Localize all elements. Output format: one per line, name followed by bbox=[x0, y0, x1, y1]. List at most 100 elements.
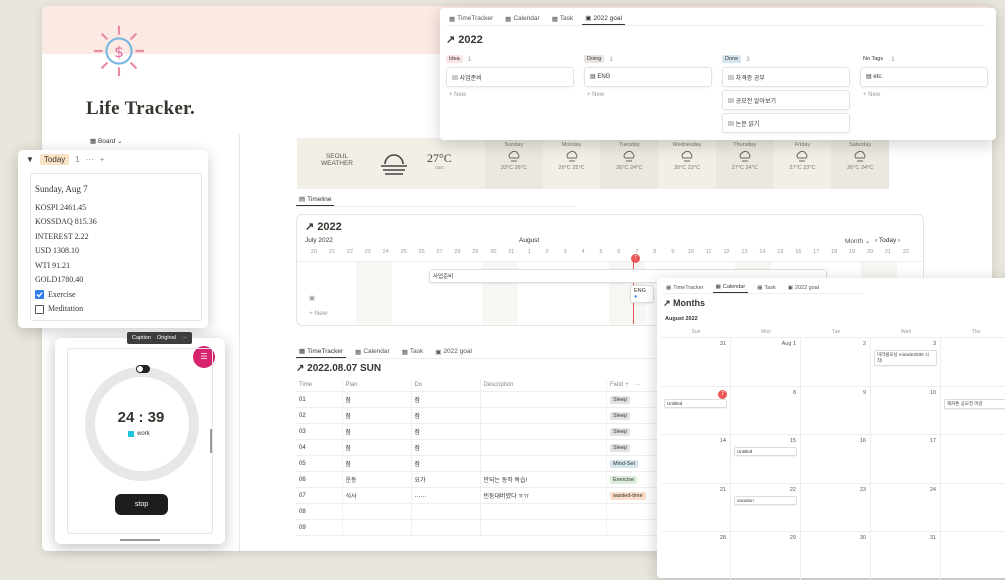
calendar-day[interactable] bbox=[941, 484, 1005, 532]
board-card[interactable]: ▤ 논문 읽기 bbox=[722, 113, 850, 133]
column-header[interactable]: Do bbox=[411, 379, 481, 392]
table-row[interactable]: 07 식사 …… 빈둥대버렸다 ㅠㅠ wasted-time bbox=[296, 487, 676, 504]
tab-timetracker[interactable]: ▦ TimeTracker bbox=[296, 345, 347, 358]
calendar-day[interactable]: 23 bbox=[801, 483, 871, 531]
original-button[interactable]: Original bbox=[157, 335, 176, 341]
cell-plan[interactable] bbox=[342, 519, 412, 536]
calendar-day[interactable]: 15 Untitled bbox=[731, 435, 801, 483]
add-icon[interactable]: + bbox=[100, 155, 105, 164]
calendar-day[interactable]: 28 bbox=[661, 532, 731, 580]
table-row[interactable]: 01 잠 잠 Sleep bbox=[296, 391, 676, 408]
table-row[interactable]: 08 bbox=[296, 503, 676, 520]
tab-2022-goal[interactable]: ▣ 2022 goal bbox=[785, 282, 822, 293]
board-column-header[interactable]: Done 3 bbox=[722, 55, 850, 63]
board-column-header[interactable]: Doing 1 bbox=[584, 55, 712, 63]
cell-do[interactable]: 잠 bbox=[411, 407, 481, 424]
board-card[interactable]: ▤ 자격증 공부 bbox=[722, 67, 850, 87]
cell-time[interactable]: 04 bbox=[296, 439, 343, 456]
timeline-bar-eng[interactable]: ENG ● bbox=[630, 285, 654, 303]
cell-do[interactable]: 잠 bbox=[411, 391, 481, 408]
cell-time[interactable]: 05 bbox=[296, 455, 343, 472]
calendar-day[interactable]: Aug 1 bbox=[731, 338, 801, 386]
board-new-button[interactable]: + New bbox=[860, 90, 988, 100]
tab-calendar[interactable]: ▦ Calendar bbox=[712, 282, 749, 293]
cell-do[interactable] bbox=[411, 519, 481, 536]
calendar-event[interactable]: Untitled bbox=[734, 447, 797, 456]
timer-toggle[interactable] bbox=[136, 365, 150, 373]
tab-timeline[interactable]: ▤ Timeline bbox=[296, 193, 335, 206]
column-header[interactable]: Description bbox=[480, 379, 607, 392]
cell-time[interactable]: 01 bbox=[296, 391, 343, 408]
cell-desc[interactable] bbox=[480, 407, 607, 424]
board-card[interactable]: ▤ etc. bbox=[860, 67, 988, 87]
stop-button[interactable]: stop bbox=[115, 494, 168, 515]
tab-2022-goal[interactable]: ▣ 2022 goal bbox=[432, 345, 475, 358]
cell-time[interactable]: 02 bbox=[296, 407, 343, 424]
calendar-day[interactable]: 29 bbox=[731, 532, 801, 580]
calendar-day[interactable] bbox=[941, 435, 1005, 483]
checkbox-row[interactable]: Exercise bbox=[35, 288, 197, 303]
cell-time[interactable]: 06 bbox=[296, 471, 343, 488]
column-header[interactable]: Plan bbox=[342, 379, 412, 392]
board-card[interactable]: ▤ 공모전 알아보기 bbox=[722, 90, 850, 110]
cell-time[interactable]: 09 bbox=[296, 519, 343, 536]
tab-calendar[interactable]: ▦ Calendar bbox=[352, 345, 393, 358]
cell-desc[interactable]: 안되는 동작 복습! bbox=[480, 471, 607, 488]
tab-task[interactable]: ▦ Task bbox=[549, 12, 577, 25]
cell-desc[interactable]: 빈둥대버렸다 ㅠㅠ bbox=[480, 487, 607, 504]
checkbox-icon[interactable] bbox=[35, 290, 44, 300]
calendar-day[interactable]: 2 bbox=[801, 338, 871, 386]
calendar-event[interactable]: vacation bbox=[734, 495, 797, 505]
cell-plan[interactable]: 잠 bbox=[342, 455, 412, 472]
board-column-header[interactable]: No Tags 1 bbox=[860, 55, 988, 63]
board-card[interactable]: ▤ 사업준비 bbox=[446, 67, 574, 87]
table-row[interactable]: 05 잠 잠 Mind-Set bbox=[296, 455, 676, 472]
calendar-day[interactable]: 31 bbox=[661, 338, 731, 386]
calendar-day[interactable]: 14 bbox=[661, 435, 731, 483]
checkbox-icon[interactable] bbox=[35, 304, 44, 314]
cell-plan[interactable]: 식사 bbox=[342, 487, 412, 504]
more-icon[interactable]: ··· bbox=[182, 335, 188, 341]
calendar-day[interactable]: 31 bbox=[871, 532, 941, 580]
cell-do[interactable]: 잠 bbox=[411, 439, 481, 456]
timeline-new-button[interactable]: + New bbox=[309, 310, 328, 317]
calendar-day[interactable]: 21 bbox=[661, 483, 731, 531]
calendar-day[interactable]: 22 vacation bbox=[731, 483, 801, 531]
cell-time[interactable]: 08 bbox=[296, 503, 343, 520]
cell-plan[interactable]: 잠 bbox=[342, 391, 412, 408]
table-row[interactable]: 03 잠 잠 Sleep bbox=[296, 423, 676, 440]
cell-desc[interactable] bbox=[480, 391, 607, 408]
calendar-day[interactable] bbox=[941, 338, 1005, 386]
board-card[interactable]: ▤ ENG bbox=[584, 67, 712, 87]
cell-desc[interactable] bbox=[480, 519, 607, 536]
cell-do[interactable] bbox=[411, 503, 481, 520]
timeline-today-button[interactable]: ‹ Today › bbox=[875, 237, 900, 244]
calendar-day[interactable]: 10 bbox=[871, 386, 941, 434]
column-header[interactable]: Time bbox=[296, 379, 343, 392]
tab-2022-goal[interactable]: ▣ 2022 goal bbox=[582, 12, 625, 25]
table-row[interactable]: 09 bbox=[296, 519, 676, 536]
collapse-triangle-icon[interactable]: ▼ bbox=[26, 155, 34, 164]
board-new-button[interactable]: + New bbox=[584, 90, 712, 100]
cell-plan[interactable]: 잠 bbox=[342, 407, 412, 424]
tab-task[interactable]: ▦ Task bbox=[754, 282, 779, 293]
cell-do[interactable]: 잠 bbox=[411, 423, 481, 440]
calendar-day[interactable]: 17 bbox=[871, 435, 941, 483]
tab-timetracker[interactable]: ▦ TimeTracker bbox=[446, 12, 496, 25]
tab-task[interactable]: ▦ Task bbox=[399, 345, 427, 358]
calendar-event[interactable]: Untitled bbox=[664, 398, 727, 408]
calendar-day[interactable]: 8 bbox=[731, 386, 801, 434]
caption-button[interactable]: Caption bbox=[132, 335, 151, 341]
cell-plan[interactable]: 잠 bbox=[342, 439, 412, 456]
cell-desc[interactable] bbox=[480, 439, 607, 456]
calendar-day[interactable]: 16 bbox=[801, 435, 871, 483]
calendar-event[interactable]: 해커톤 공모전 마감 bbox=[944, 398, 1005, 409]
table-row[interactable]: 06 운동 요가 안되는 동작 복습! Exercise bbox=[296, 471, 676, 488]
table-row[interactable]: 02 잠 잠 Sleep bbox=[296, 407, 676, 424]
checkbox-row[interactable]: Meditation bbox=[35, 302, 197, 317]
cell-do[interactable]: 잠 bbox=[411, 455, 481, 472]
table-row[interactable]: 04 잠 잠 Sleep bbox=[296, 439, 676, 456]
today-card[interactable]: Sunday, Aug 7 KOSPI 2461.45 KOSSDAQ 815.3… bbox=[30, 173, 202, 321]
cell-plan[interactable]: 잠 bbox=[342, 423, 412, 440]
cell-plan[interactable]: 운동 bbox=[342, 471, 412, 488]
